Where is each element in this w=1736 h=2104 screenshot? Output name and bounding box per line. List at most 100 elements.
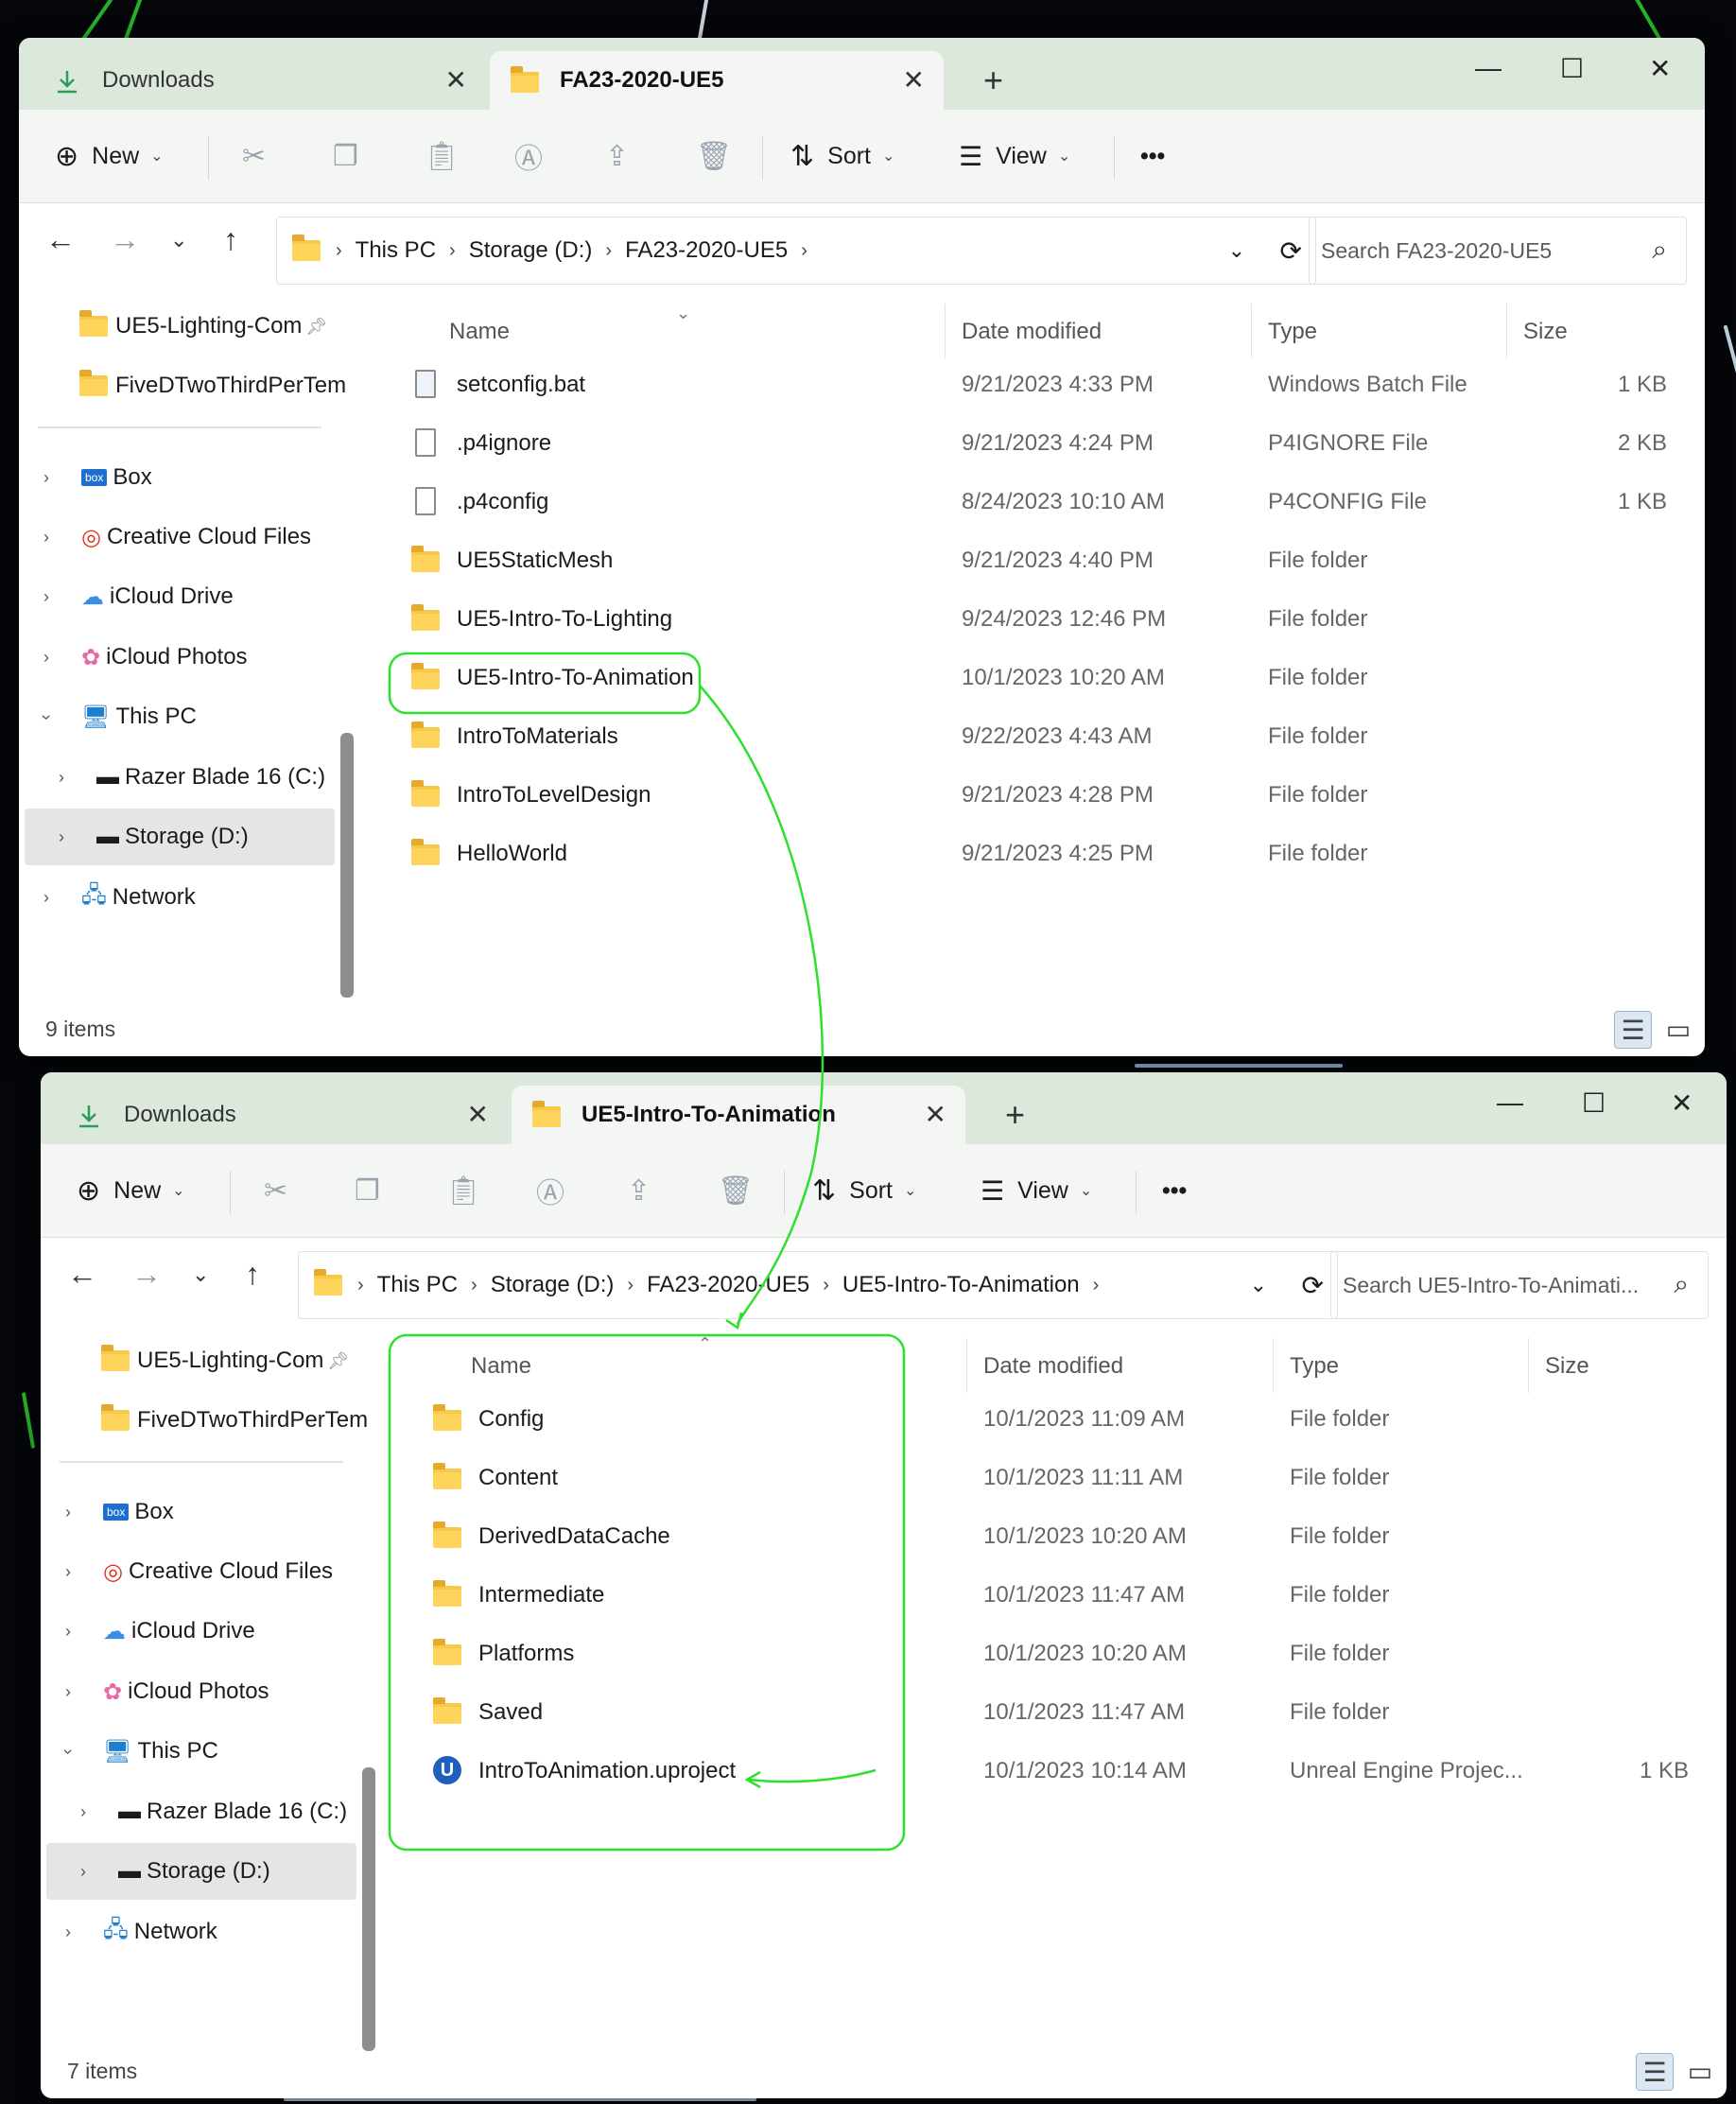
table-row[interactable]: .p4ignore 9/21/2023 4:24 PM P4IGNORE File 2… <box>383 415 1705 474</box>
forward-arrow-icon[interactable]: → <box>110 222 140 257</box>
nav-scrollbar[interactable] <box>340 733 354 998</box>
close-tab-icon[interactable]: ✕ <box>445 64 467 96</box>
tab-current-folder[interactable]: UE5-Intro-To-Animation ✕ <box>512 1086 965 1144</box>
column-header-name[interactable]: Name <box>471 1353 531 1380</box>
recent-chevron-icon[interactable]: ⌄ <box>192 1262 209 1287</box>
table-row[interactable]: U IntroToAnimation.uproject 10/1/2023 10:1… <box>405 1743 1727 1801</box>
refresh-icon[interactable]: ⟳ <box>1302 1270 1324 1301</box>
table-row[interactable]: Platforms 10/1/2023 10:20 AM File folder <box>405 1626 1727 1684</box>
forward-arrow-icon[interactable]: → <box>131 1257 162 1292</box>
nav-item-icloud-photos[interactable]: › ✿ iCloud Photos <box>43 629 248 686</box>
table-row[interactable]: .p4config 8/24/2023 10:10 AM P4CONFIG File… <box>383 474 1705 532</box>
nav-item-drive-c[interactable]: › ▬ Razer Blade 16 (C:) <box>59 749 325 806</box>
table-row[interactable]: DerivedDataCache 10/1/2023 10:20 AM File f… <box>405 1508 1727 1567</box>
search-input[interactable]: Search UE5-Intro-To-Animati... ⌕ <box>1330 1251 1709 1319</box>
tab-current-folder[interactable]: FA23-2020-UE5 ✕ <box>490 51 944 110</box>
table-row[interactable]: Saved 10/1/2023 11:47 AM File folder <box>405 1684 1727 1743</box>
breadcrumb[interactable]: › This PC › Storage (D:) › FA23-2020-UE5 › … <box>276 217 1316 285</box>
cut-button[interactable]: ✂ <box>264 1144 287 1237</box>
table-row[interactable]: UE5-Intro-To-Animation 10/1/2023 10:20 AM… <box>383 650 1705 708</box>
breadcrumb-item[interactable]: This PC <box>377 1272 458 1298</box>
back-arrow-icon[interactable]: ← <box>45 222 76 257</box>
nav-scrollbar[interactable] <box>362 1767 375 2051</box>
nav-item-creative-cloud[interactable]: › ◎ Creative Cloud Files <box>65 1543 333 1600</box>
table-row[interactable]: Config 10/1/2023 11:09 AM File folder <box>405 1391 1727 1450</box>
view-button[interactable]: ☰ View ⌄ <box>981 1144 1092 1237</box>
nav-item-this-pc[interactable]: › 🖥︎ This PC <box>38 688 197 745</box>
breadcrumb-item[interactable]: Storage (D:) <box>491 1272 615 1298</box>
tiles-view-icon[interactable]: ▭ <box>1681 2053 1719 2091</box>
table-row[interactable]: UE5-Intro-To-Lighting 9/24/2023 12:46 PM F… <box>383 591 1705 650</box>
more-options-button[interactable]: ••• <box>1140 110 1165 202</box>
close-window-button[interactable]: ✕ <box>1649 53 1671 84</box>
minimize-button[interactable]: — <box>1475 53 1502 83</box>
nav-item-this-pc[interactable]: › 🖥︎ This PC <box>60 1723 218 1780</box>
nav-pinned-item[interactable]: UE5-Lighting-Com 📌︎ <box>101 1332 349 1389</box>
nav-item-box[interactable]: › box Box <box>65 1484 174 1540</box>
table-row[interactable]: UE5StaticMesh 9/21/2023 4:40 PM File folde… <box>383 532 1705 591</box>
back-arrow-icon[interactable]: ← <box>67 1257 97 1292</box>
nav-pinned-item[interactable]: UE5-Lighting-Com 📌︎ <box>79 298 327 355</box>
nav-item-icloud-photos[interactable]: › ✿ iCloud Photos <box>65 1663 269 1720</box>
nav-pinned-item[interactable]: FiveDTwoThirdPerTem <box>101 1392 375 1449</box>
tab-downloads[interactable]: Downloads ✕ <box>54 1086 508 1144</box>
recent-chevron-icon[interactable]: ⌄ <box>170 228 187 252</box>
maximize-button[interactable]: ☐ <box>1560 53 1584 84</box>
nav-item-drive-d[interactable]: › ▬ Storage (D:) <box>80 1843 270 1900</box>
new-tab-button[interactable]: + <box>1005 1095 1025 1135</box>
maximize-button[interactable]: ☐ <box>1582 1087 1606 1119</box>
close-window-button[interactable]: ✕ <box>1671 1087 1693 1119</box>
table-row[interactable]: setconfig.bat 9/21/2023 4:33 PM Windows Ba… <box>383 356 1705 415</box>
up-arrow-icon[interactable]: ↑ <box>223 222 238 257</box>
sort-button[interactable]: ⇅ Sort ⌄ <box>812 1144 916 1237</box>
share-button[interactable]: ⇪ <box>627 1144 651 1237</box>
nav-item-icloud-drive[interactable]: › ☁ iCloud Drive <box>43 568 234 625</box>
nav-item-network[interactable]: › 🖧 Network <box>43 869 196 926</box>
breadcrumb-item[interactable]: FA23-2020-UE5 <box>647 1272 809 1298</box>
address-dropdown-icon[interactable]: ⌄ <box>1228 238 1245 263</box>
more-options-button[interactable]: ••• <box>1162 1144 1187 1237</box>
breadcrumb-item[interactable]: Storage (D:) <box>469 237 593 264</box>
delete-button[interactable]: 🗑︎ <box>718 1144 754 1237</box>
details-view-icon[interactable]: ☰ <box>1614 1011 1652 1049</box>
minimize-button[interactable]: — <box>1497 1087 1523 1118</box>
nav-item-drive-d[interactable]: › ▬ Storage (D:) <box>59 809 249 865</box>
table-row[interactable]: Intermediate 10/1/2023 11:47 AM File folde… <box>405 1567 1727 1626</box>
details-view-icon[interactable]: ☰ <box>1636 2053 1674 2091</box>
up-arrow-icon[interactable]: ↑ <box>245 1257 260 1292</box>
cut-button[interactable]: ✂ <box>242 110 266 202</box>
share-button[interactable]: ⇪ <box>605 110 629 202</box>
nav-item-icloud-drive[interactable]: › ☁ iCloud Drive <box>65 1603 255 1660</box>
paste-button[interactable]: 📋︎ <box>445 1144 481 1237</box>
column-header-name[interactable]: Name <box>449 319 510 345</box>
new-button[interactable]: ⊕ New ⌄ <box>55 110 164 202</box>
nav-item-network[interactable]: › 🖧 Network <box>65 1904 217 1960</box>
rename-button[interactable]: Ⓐ <box>536 1144 564 1237</box>
close-tab-icon[interactable]: ✕ <box>925 1099 946 1130</box>
breadcrumb[interactable]: › This PC › Storage (D:) › FA23-2020-UE5 › U… <box>298 1251 1338 1319</box>
breadcrumb-item[interactable]: UE5-Intro-To-Animation <box>842 1272 1080 1298</box>
nav-item-drive-c[interactable]: › ▬ Razer Blade 16 (C:) <box>80 1783 347 1840</box>
column-header-size[interactable]: Size <box>1523 319 1568 345</box>
view-button[interactable]: ☰ View ⌄ <box>959 110 1070 202</box>
close-tab-icon[interactable]: ✕ <box>903 64 925 96</box>
delete-button[interactable]: 🗑︎ <box>696 110 732 202</box>
nav-item-box[interactable]: › box Box <box>43 449 152 506</box>
refresh-icon[interactable]: ⟳ <box>1280 235 1302 267</box>
table-row[interactable]: Content 10/1/2023 11:11 AM File folder <box>405 1450 1727 1508</box>
new-tab-button[interactable]: + <box>983 61 1003 100</box>
column-header-type[interactable]: Type <box>1290 1353 1339 1380</box>
tiles-view-icon[interactable]: ▭ <box>1659 1011 1697 1049</box>
address-dropdown-icon[interactable]: ⌄ <box>1250 1273 1267 1297</box>
close-tab-icon[interactable]: ✕ <box>467 1099 489 1130</box>
nav-pinned-item[interactable]: FiveDTwoThirdPerTem <box>79 357 354 414</box>
table-row[interactable]: IntroToLevelDesign 9/21/2023 4:28 PM File … <box>383 767 1705 826</box>
search-icon[interactable]: ⌕ <box>1674 1269 1689 1300</box>
table-row[interactable]: IntroToMaterials 9/22/2023 4:43 AM File fo… <box>383 708 1705 767</box>
search-input[interactable]: Search FA23-2020-UE5 ⌕ <box>1309 217 1687 285</box>
tab-downloads[interactable]: Downloads ✕ <box>32 51 486 110</box>
sort-button[interactable]: ⇅ Sort ⌄ <box>790 110 894 202</box>
search-icon[interactable]: ⌕ <box>1652 235 1667 266</box>
rename-button[interactable]: Ⓐ <box>514 110 543 202</box>
copy-button[interactable]: ❐ <box>333 110 358 202</box>
